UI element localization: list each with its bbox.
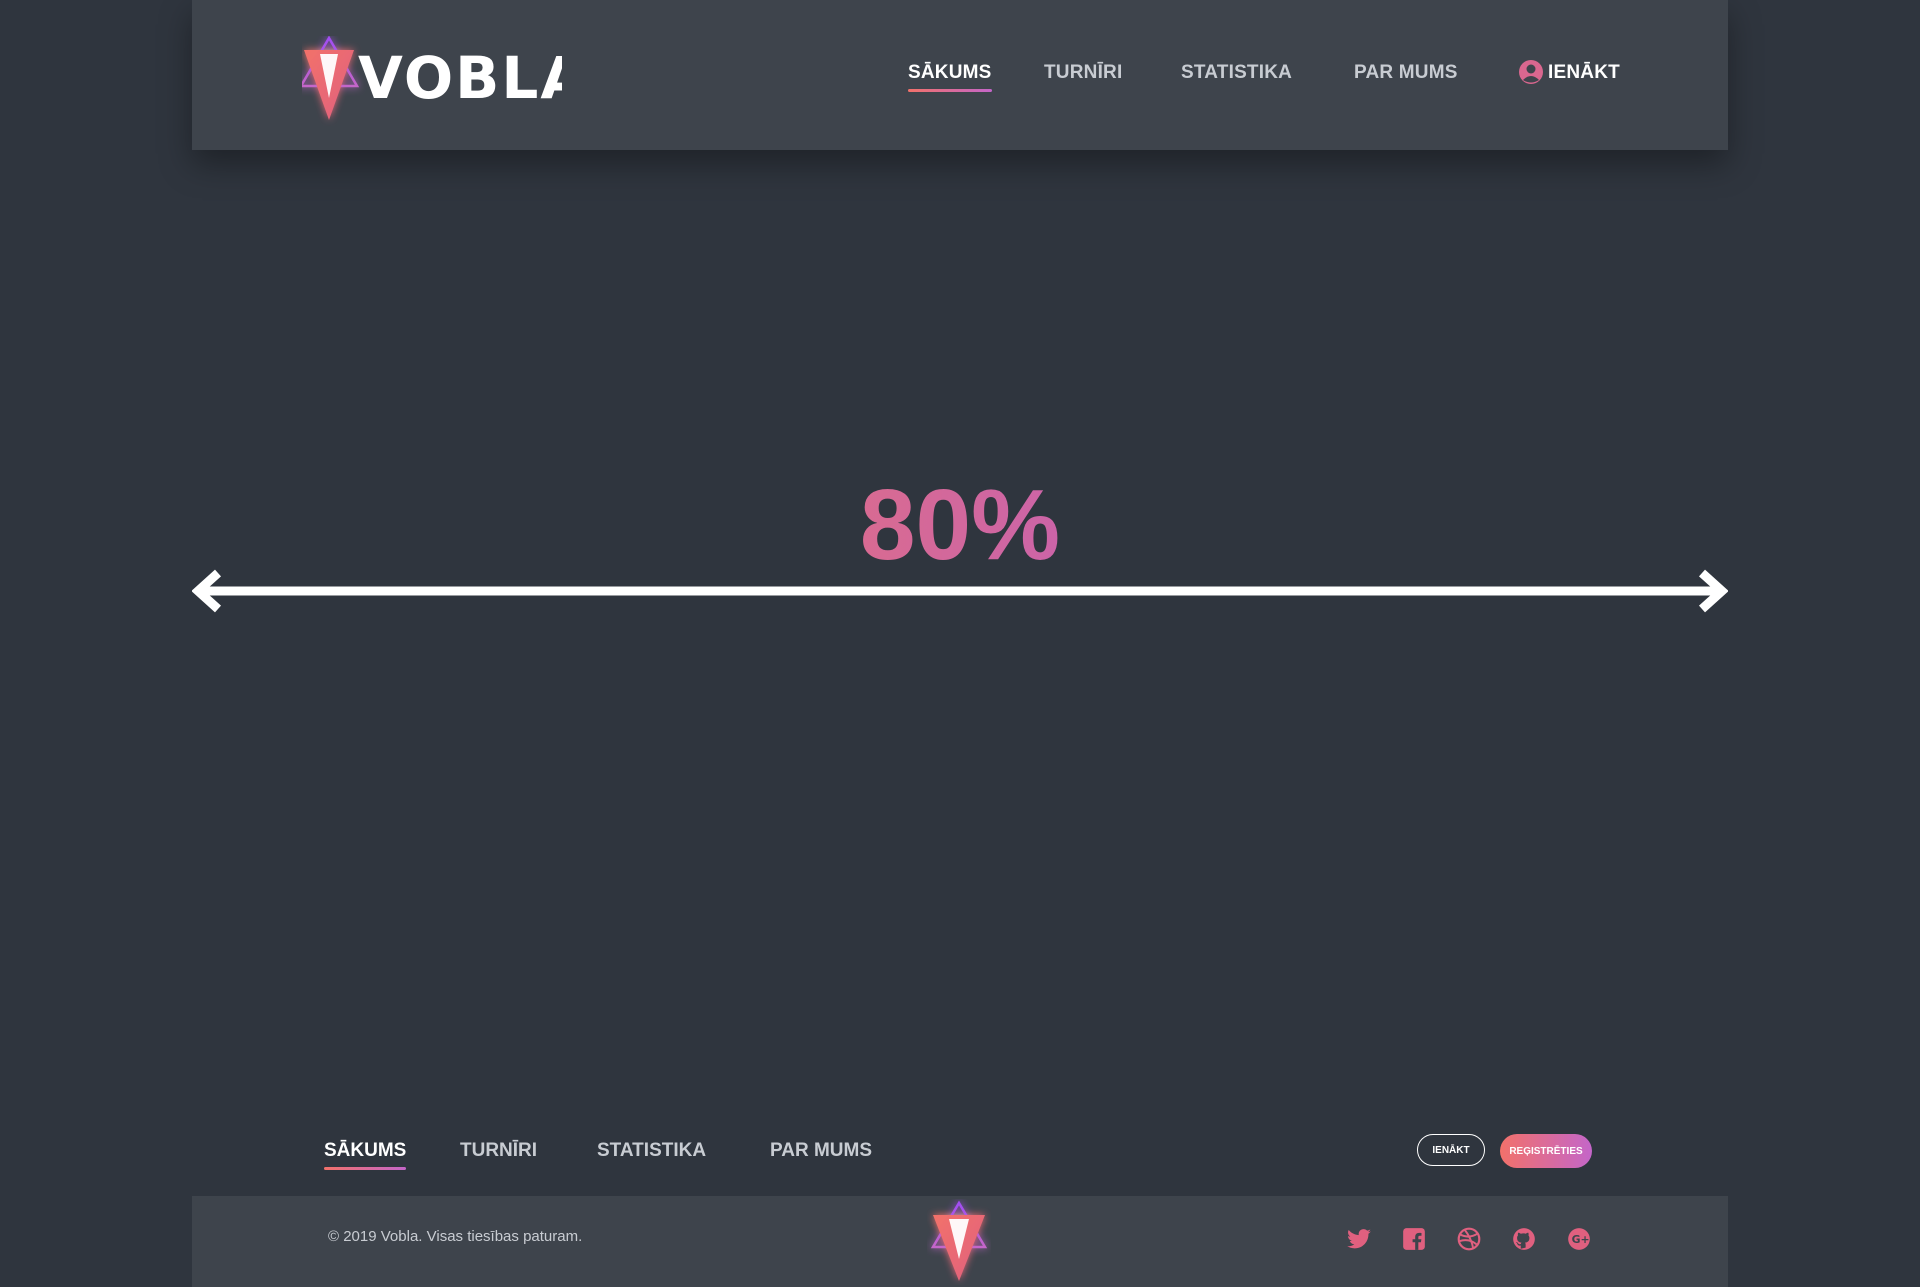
- width-percent-label: 80%: [192, 470, 1728, 580]
- svg-text:G+: G+: [1572, 1233, 1590, 1246]
- user-icon: [1519, 60, 1543, 84]
- google-plus-icon[interactable]: G+: [1566, 1226, 1592, 1252]
- nav-item-par-mums[interactable]: PAR MUMS: [1354, 62, 1458, 84]
- footer-nav-statistika[interactable]: STATISTIKA: [597, 1140, 706, 1162]
- footer-nav-turniri[interactable]: TURNĪRI: [460, 1140, 537, 1162]
- page: VOBLA SĀKUMS TURNĪRI STATISTIKA PAR MUMS…: [192, 0, 1728, 1287]
- twitter-icon[interactable]: [1346, 1226, 1372, 1252]
- github-icon[interactable]: [1511, 1226, 1537, 1252]
- footer-bar: © 2019 Vobla. Visas tiesības paturam. G+: [192, 1196, 1728, 1287]
- nav-item-statistika[interactable]: STATISTIKA: [1181, 62, 1292, 84]
- register-button[interactable]: REĢISTRĒTIES: [1500, 1134, 1592, 1168]
- dribbble-icon[interactable]: [1456, 1226, 1482, 1252]
- nav-item-turniri[interactable]: TURNĪRI: [1044, 62, 1122, 84]
- copyright-text: © 2019 Vobla. Visas tiesības paturam.: [328, 1228, 583, 1245]
- nav-item-sakums[interactable]: SĀKUMS: [908, 62, 992, 92]
- footer-nav-par-mums[interactable]: PAR MUMS: [770, 1140, 872, 1162]
- facebook-icon[interactable]: [1401, 1226, 1427, 1252]
- double-arrow-icon: [192, 569, 1728, 613]
- main-nav: SĀKUMS TURNĪRI STATISTIKA PAR MUMS IENĀK…: [192, 0, 1728, 150]
- footer-logo-icon[interactable]: [927, 1199, 991, 1285]
- footer-login-button[interactable]: IENĀKT: [1417, 1134, 1485, 1166]
- site-header: VOBLA SĀKUMS TURNĪRI STATISTIKA PAR MUMS…: [192, 0, 1728, 150]
- footer-nav-sakums[interactable]: SĀKUMS: [324, 1140, 407, 1170]
- login-link[interactable]: IENĀKT: [1518, 60, 1620, 84]
